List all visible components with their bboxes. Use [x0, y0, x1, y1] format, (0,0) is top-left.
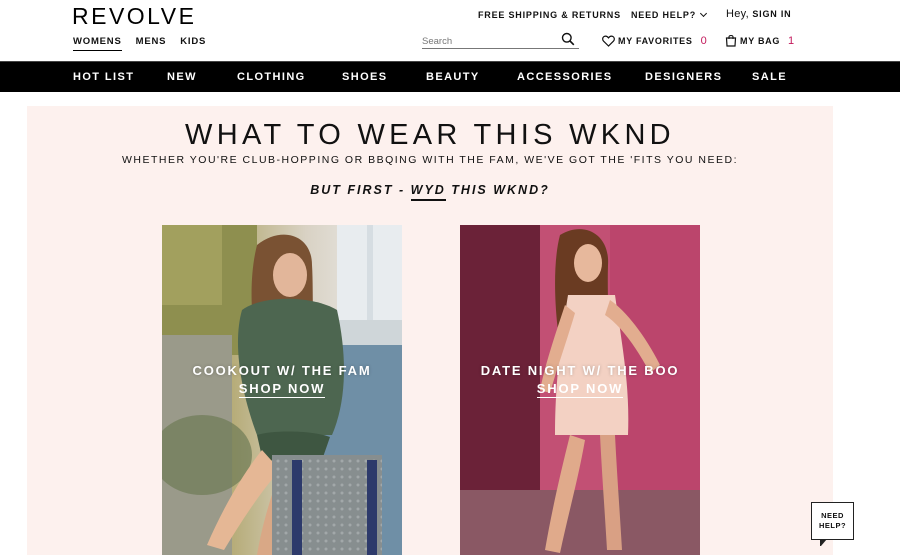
- card-cookout-label: COOKOUT W/ THE FAM: [192, 363, 372, 378]
- search-box: [422, 31, 579, 50]
- heart-icon: [602, 35, 615, 47]
- chat-line-2: HELP?: [818, 521, 847, 530]
- nav-item-new[interactable]: NEW: [167, 71, 197, 83]
- nav-item-shoes[interactable]: SHOES: [342, 71, 388, 83]
- question-prefix: BUT FIRST -: [310, 183, 411, 197]
- bag-label: MY BAG: [740, 35, 781, 46]
- need-help-label: NEED HELP?: [631, 10, 697, 20]
- nav-item-designers[interactable]: DESIGNERS: [645, 71, 722, 83]
- greeting-text: Hey,: [726, 8, 750, 20]
- hero-banner: WHAT TO WEAR THIS WKND WHETHER YOU'RE CL…: [27, 106, 833, 555]
- my-bag-link[interactable]: MY BAG 1: [725, 34, 795, 47]
- hero-question: BUT FIRST - WYD THIS WKND?: [27, 183, 833, 201]
- free-shipping-link[interactable]: FREE SHIPPING & RETURNS: [478, 10, 621, 20]
- shop-now-date-night-link[interactable]: SHOP NOW: [536, 381, 624, 398]
- need-help-chat-button[interactable]: NEED HELP?: [811, 502, 854, 546]
- favorites-label: MY FAVORITES: [618, 36, 693, 46]
- tab-kids[interactable]: KIDS: [180, 36, 206, 51]
- nav-item-hot-list[interactable]: HOT LIST: [73, 71, 134, 83]
- nav-item-beauty[interactable]: BEAUTY: [426, 71, 480, 83]
- my-favorites-link[interactable]: MY FAVORITES 0: [602, 35, 707, 47]
- gender-tabs: WOMENS MENS KIDS: [73, 36, 206, 51]
- card-date-night-label: DATE NIGHT W/ THE BOO: [480, 363, 680, 378]
- nav-item-accessories[interactable]: ACCESSORIES: [517, 71, 612, 83]
- nav-item-clothing[interactable]: CLOTHING: [237, 71, 306, 83]
- nav-item-sale[interactable]: SALE: [752, 71, 787, 83]
- revolve-logo[interactable]: REVOLVE: [72, 3, 196, 30]
- question-suffix: THIS WKND?: [445, 183, 550, 197]
- sign-in-link[interactable]: SIGN IN: [752, 9, 791, 19]
- promo-card-date-night[interactable]: DATE NIGHT W/ THE BOO SHOP NOW: [460, 225, 700, 555]
- account-greeting: Hey, SIGN IN: [726, 8, 791, 20]
- page-title: WHAT TO WEAR THIS WKND: [185, 119, 675, 151]
- card-cookout-cta-wrap: SHOP NOW: [162, 380, 402, 398]
- search-icon[interactable]: [561, 32, 575, 46]
- chevron-down-icon: [699, 9, 708, 18]
- hero-subtitle: WHETHER YOU'RE CLUB-HOPPING OR BBQING WI…: [121, 154, 738, 166]
- main-category-nav: HOT LIST NEW CLOTHING SHOES BEAUTY ACCES…: [0, 61, 900, 92]
- shop-now-cookout-link[interactable]: SHOP NOW: [238, 381, 326, 398]
- search-input[interactable]: [422, 33, 560, 50]
- shopping-bag-icon: [725, 34, 737, 47]
- favorites-count: 0: [700, 35, 708, 47]
- question-underlined: WYD: [410, 183, 446, 201]
- promo-card-cookout[interactable]: COOKOUT W/ THE FAM SHOP NOW: [162, 225, 402, 555]
- chat-line-1: NEED: [821, 511, 844, 520]
- tab-womens[interactable]: WOMENS: [73, 36, 122, 51]
- bag-count: 1: [788, 34, 795, 47]
- need-help-dropdown[interactable]: NEED HELP?: [631, 9, 708, 20]
- card-date-night-cta-wrap: SHOP NOW: [460, 380, 700, 398]
- site-header: REVOLVE WOMENS MENS KIDS FREE SHIPPING &…: [0, 0, 900, 60]
- tab-mens[interactable]: MENS: [136, 36, 167, 51]
